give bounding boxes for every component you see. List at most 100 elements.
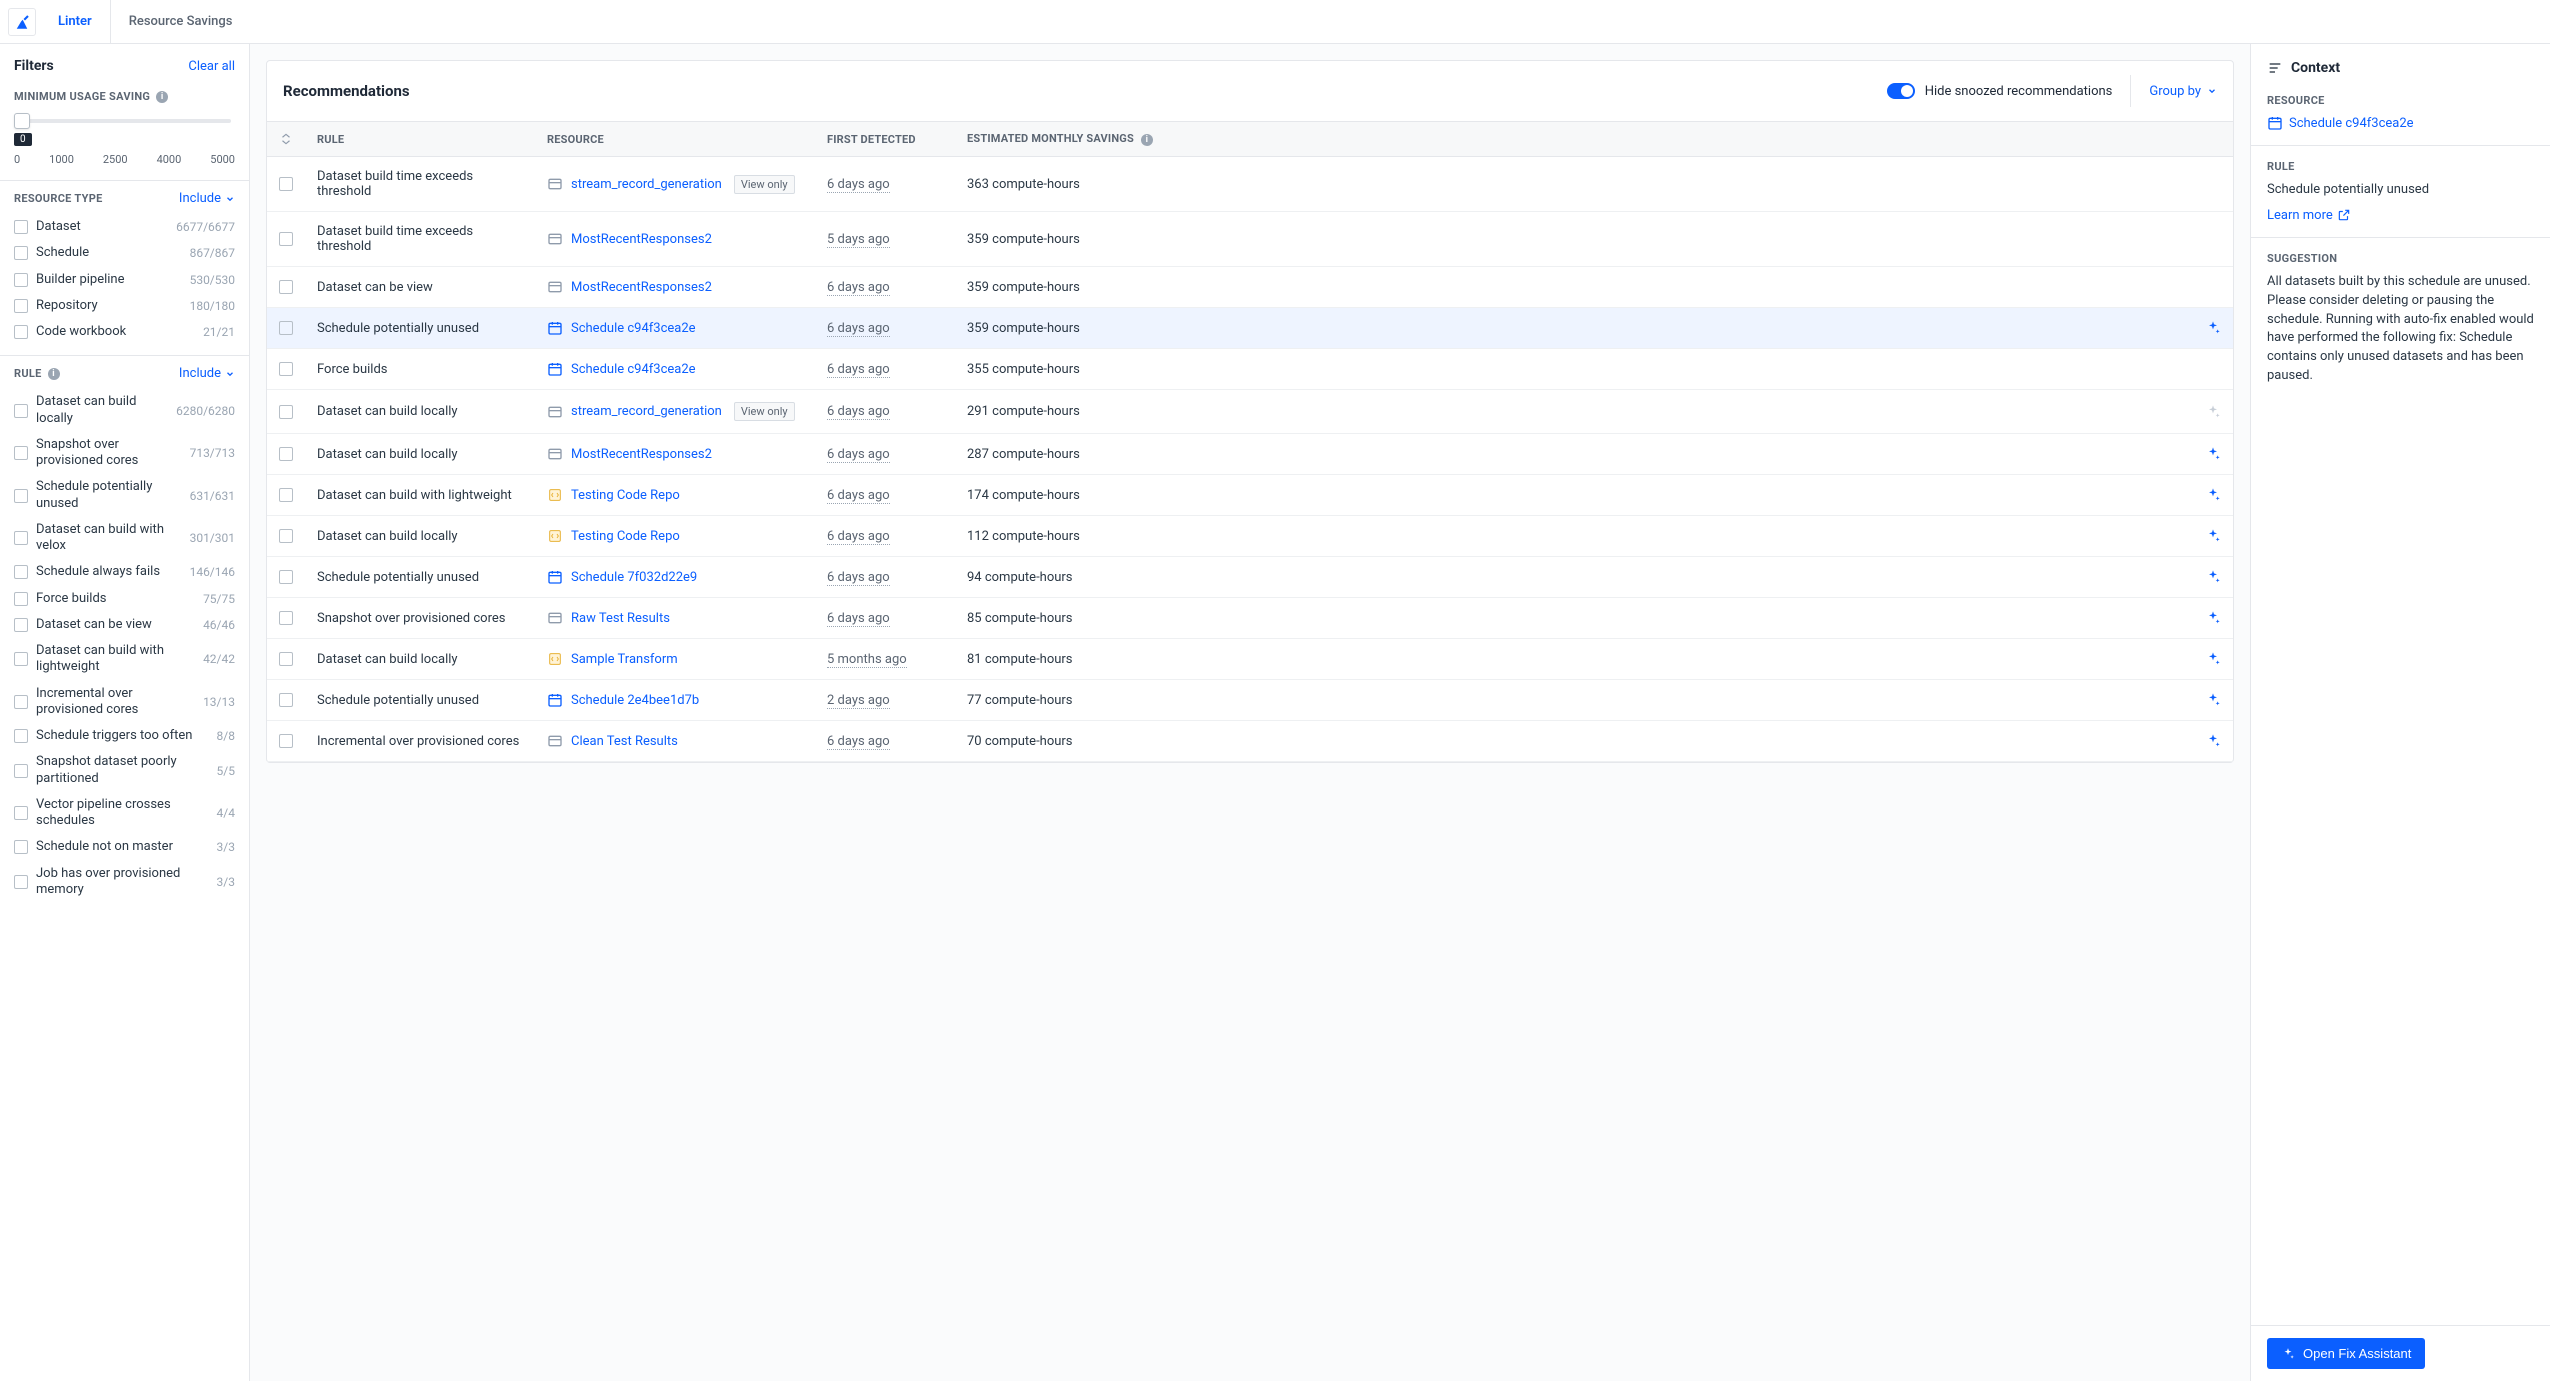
row-checkbox[interactable] — [279, 405, 293, 419]
rule-row[interactable]: Dataset can build with velox301/301 — [14, 517, 235, 560]
fix-action-icon[interactable] — [2205, 610, 2221, 626]
row-checkbox[interactable] — [279, 611, 293, 625]
rule-row[interactable]: Vector pipeline crosses schedules4/4 — [14, 792, 235, 835]
resource-type-row[interactable]: Repository180/180 — [14, 293, 235, 319]
row-checkbox[interactable] — [279, 177, 293, 191]
table-row[interactable]: Snapshot over provisioned coresRaw Test … — [267, 598, 2233, 639]
fix-action-icon[interactable] — [2205, 446, 2221, 462]
table-row[interactable]: Schedule potentially unusedSchedule 7f03… — [267, 557, 2233, 598]
resource-type-include-dropdown[interactable]: Include — [179, 191, 235, 206]
row-checkbox[interactable] — [279, 280, 293, 294]
checkbox[interactable] — [14, 489, 28, 503]
table-row[interactable]: Dataset can build locallyTesting Code Re… — [267, 516, 2233, 557]
resource-link[interactable]: Testing Code Repo — [571, 529, 680, 544]
rule-row[interactable]: Schedule not on master3/3 — [14, 834, 235, 860]
checkbox[interactable] — [14, 840, 28, 854]
checkbox[interactable] — [14, 875, 28, 889]
checkbox[interactable] — [14, 652, 28, 666]
rule-row[interactable]: Dataset can build with lightweight42/42 — [14, 638, 235, 681]
fix-action-icon[interactable] — [2205, 692, 2221, 708]
row-checkbox[interactable] — [279, 447, 293, 461]
resource-link[interactable]: stream_record_generation — [571, 177, 722, 192]
resource-type-row[interactable]: Schedule867/867 — [14, 240, 235, 266]
resource-link[interactable]: stream_record_generation — [571, 404, 722, 419]
fix-action-icon[interactable] — [2205, 651, 2221, 667]
row-checkbox[interactable] — [279, 232, 293, 246]
fix-action-icon[interactable] — [2205, 569, 2221, 585]
checkbox[interactable] — [14, 325, 28, 339]
col-first-detected[interactable]: FIRST DETECTED — [815, 122, 955, 157]
col-savings[interactable]: ESTIMATED MONTHLY SAVINGS i — [955, 122, 2193, 157]
table-row[interactable]: Dataset can build with lightweightTestin… — [267, 475, 2233, 516]
table-row[interactable]: Force buildsSchedule c94f3cea2e6 days ag… — [267, 349, 2233, 390]
table-row[interactable]: Dataset can build locallystream_record_g… — [267, 390, 2233, 434]
hide-snoozed-toggle[interactable] — [1887, 83, 1915, 99]
rule-row[interactable]: Schedule always fails146/146 — [14, 559, 235, 585]
resource-link[interactable]: Testing Code Repo — [571, 488, 680, 503]
table-row[interactable]: Dataset build time exceeds thresholdstre… — [267, 157, 2233, 212]
resource-link[interactable]: MostRecentResponses2 — [571, 447, 712, 462]
table-row[interactable]: Dataset can be viewMostRecentResponses26… — [267, 267, 2233, 308]
learn-more-link[interactable]: Learn more — [2267, 208, 2351, 223]
info-icon[interactable]: i — [48, 368, 60, 380]
tab-resource-savings[interactable]: Resource Savings — [111, 0, 251, 44]
clear-all-button[interactable]: Clear all — [188, 59, 235, 74]
checkbox[interactable] — [14, 695, 28, 709]
row-checkbox[interactable] — [279, 570, 293, 584]
resource-link[interactable]: Schedule 2e4bee1d7b — [571, 693, 699, 708]
checkbox[interactable] — [14, 299, 28, 313]
tab-linter[interactable]: Linter — [40, 0, 111, 44]
slider-thumb[interactable] — [14, 113, 30, 129]
checkbox[interactable] — [14, 220, 28, 234]
rule-include-dropdown[interactable]: Include — [179, 366, 235, 381]
checkbox[interactable] — [14, 565, 28, 579]
fix-action-icon[interactable] — [2205, 733, 2221, 749]
row-checkbox[interactable] — [279, 362, 293, 376]
checkbox[interactable] — [14, 592, 28, 606]
row-checkbox[interactable] — [279, 321, 293, 335]
app-logo[interactable] — [8, 8, 36, 36]
checkbox[interactable] — [14, 806, 28, 820]
checkbox[interactable] — [14, 531, 28, 545]
info-icon[interactable]: i — [1141, 134, 1153, 146]
rule-row[interactable]: Schedule triggers too often8/8 — [14, 723, 235, 749]
table-row[interactable]: Schedule potentially unusedSchedule 2e4b… — [267, 680, 2233, 721]
resource-type-row[interactable]: Builder pipeline530/530 — [14, 267, 235, 293]
row-checkbox[interactable] — [279, 652, 293, 666]
resource-link[interactable]: Schedule c94f3cea2e — [571, 321, 696, 336]
checkbox[interactable] — [14, 273, 28, 287]
fix-action-icon[interactable] — [2205, 528, 2221, 544]
table-row[interactable]: Schedule potentially unusedSchedule c94f… — [267, 308, 2233, 349]
rule-row[interactable]: Job has over provisioned memory3/3 — [14, 861, 235, 904]
resource-link[interactable]: Clean Test Results — [571, 734, 678, 749]
group-by-dropdown[interactable]: Group by — [2130, 75, 2217, 107]
resource-link[interactable]: Schedule 7f032d22e9 — [571, 570, 697, 585]
collapse-all-icon[interactable] — [279, 132, 293, 146]
checkbox[interactable] — [14, 246, 28, 260]
row-checkbox[interactable] — [279, 734, 293, 748]
row-checkbox[interactable] — [279, 529, 293, 543]
resource-type-row[interactable]: Code workbook21/21 — [14, 319, 235, 345]
checkbox[interactable] — [14, 764, 28, 778]
rule-row[interactable]: Dataset can be view46/46 — [14, 612, 235, 638]
rule-row[interactable]: Snapshot over provisioned cores713/713 — [14, 432, 235, 475]
row-checkbox[interactable] — [279, 488, 293, 502]
resource-link[interactable]: Raw Test Results — [571, 611, 670, 626]
fix-action-icon[interactable] — [2205, 320, 2221, 336]
min-usage-slider[interactable]: 0 — [14, 111, 235, 131]
resource-link[interactable]: MostRecentResponses2 — [571, 280, 712, 295]
rule-row[interactable]: Schedule potentially unused631/631 — [14, 474, 235, 517]
row-checkbox[interactable] — [279, 693, 293, 707]
rule-row[interactable]: Force builds75/75 — [14, 586, 235, 612]
ctx-resource-link[interactable]: Schedule c94f3cea2e — [2267, 115, 2534, 131]
rule-row[interactable]: Dataset can build locally6280/6280 — [14, 389, 235, 432]
resource-link[interactable]: Sample Transform — [571, 652, 678, 667]
resource-link[interactable]: Schedule c94f3cea2e — [571, 362, 696, 377]
rule-row[interactable]: Snapshot dataset poorly partitioned5/5 — [14, 749, 235, 792]
table-row[interactable]: Dataset can build locallyMostRecentRespo… — [267, 434, 2233, 475]
checkbox[interactable] — [14, 404, 28, 418]
rule-row[interactable]: Incremental over provisioned cores13/13 — [14, 681, 235, 724]
col-rule[interactable]: RULE — [305, 122, 535, 157]
table-row[interactable]: Dataset build time exceeds thresholdMost… — [267, 212, 2233, 267]
table-row[interactable]: Dataset can build locallySample Transfor… — [267, 639, 2233, 680]
